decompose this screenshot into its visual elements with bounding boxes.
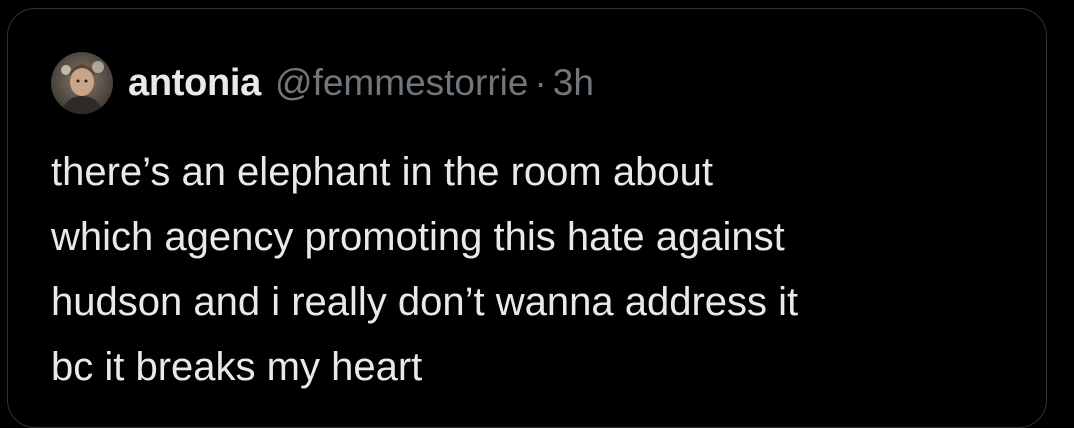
- avatar[interactable]: [51, 52, 113, 114]
- tweet-text: there’s an elephant in the room about wh…: [51, 140, 1011, 400]
- user-handle[interactable]: @femmestorrie: [275, 62, 528, 104]
- tweet-text-line: hudson and i really don’t wanna address …: [51, 280, 799, 324]
- display-name[interactable]: antonia: [128, 62, 261, 105]
- tweet-text-line: which agency promoting this hate against: [51, 215, 785, 259]
- tweet-header: antonia @femmestorrie · 3h: [51, 50, 594, 116]
- timestamp[interactable]: 3h: [553, 62, 594, 104]
- avatar-image: [51, 52, 113, 114]
- tweet-text-line: there’s an elephant in the room about: [51, 150, 713, 194]
- tweet-text-line: bc it breaks my heart: [51, 345, 423, 389]
- separator-dot: ·: [534, 62, 547, 103]
